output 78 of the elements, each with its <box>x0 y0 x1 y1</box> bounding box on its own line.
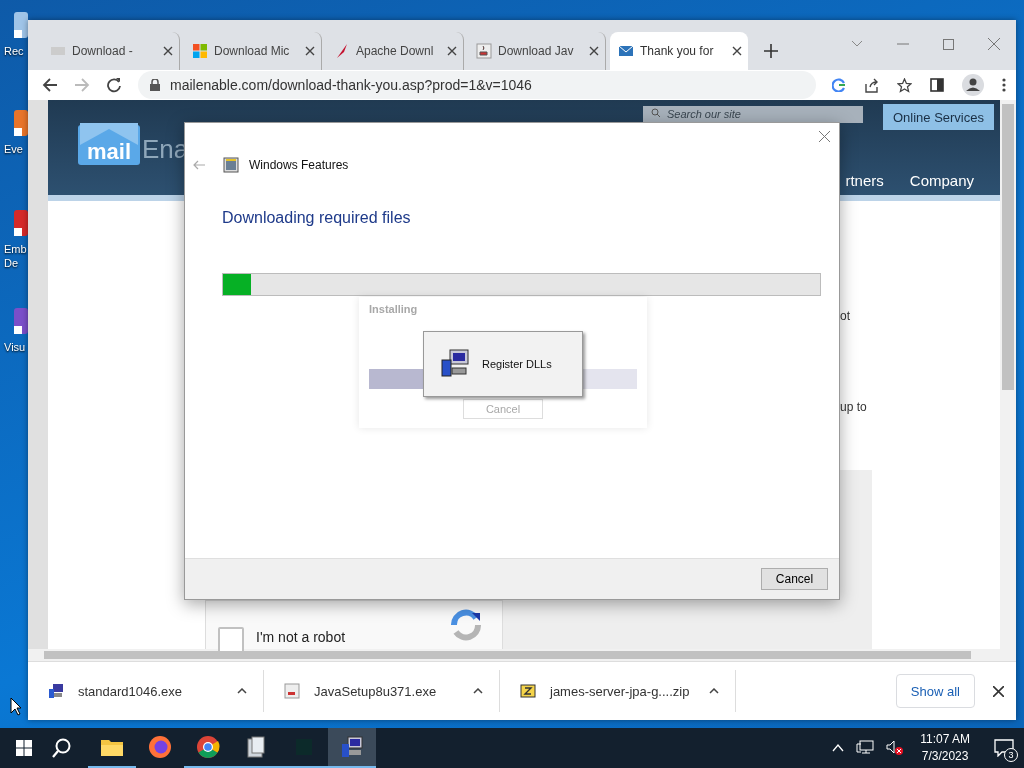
horizontal-scrollbar[interactable] <box>28 649 1016 661</box>
body-text: ot <box>840 309 850 323</box>
window-features-icon <box>223 157 239 173</box>
browser-tab[interactable]: Apache Downl <box>326 32 464 70</box>
muted-speaker-icon[interactable] <box>886 740 905 756</box>
coffee-cup-icon <box>476 43 492 59</box>
installer-title: Installing <box>369 303 419 315</box>
reload-icon[interactable] <box>106 77 122 93</box>
side-panel-icon[interactable] <box>930 78 944 92</box>
browser-logo-icon <box>148 735 172 759</box>
caret-up-icon[interactable] <box>237 688 247 694</box>
close-tab-icon[interactable] <box>732 46 742 56</box>
browser-tab[interactable]: Thank you for <box>610 32 748 70</box>
computer-setup-icon <box>440 348 472 380</box>
folder-icon <box>100 737 124 757</box>
address-bar[interactable]: mailenable.com/download-thank-you.asp?prod=1&v=1046 <box>138 71 816 99</box>
browser-logo-icon <box>196 735 220 759</box>
maximize-icon[interactable] <box>943 38 954 50</box>
desktop-icon-label[interactable]: Rec <box>0 44 24 58</box>
desktop-app-icon[interactable] <box>12 10 28 40</box>
desktop-app-icon[interactable] <box>12 108 28 138</box>
caret-up-icon[interactable] <box>473 688 483 694</box>
clock[interactable]: 11:07 AM 7/3/2023 <box>920 731 970 765</box>
nav-link[interactable]: rtners <box>845 172 884 189</box>
captcha-label: I'm not a robot <box>256 629 347 645</box>
vertical-scrollbar[interactable] <box>1000 100 1016 649</box>
speech-bubble-icon <box>994 739 1014 757</box>
nav-link[interactable]: Company <box>909 172 974 189</box>
dialog-heading: Downloading required files <box>222 209 412 227</box>
network-icon[interactable] <box>856 740 875 756</box>
windows-logo-icon <box>192 43 208 59</box>
desktop-app-icon[interactable] <box>12 306 28 336</box>
download-item[interactable]: standard1046.exe <box>28 670 264 712</box>
google-g-icon[interactable] <box>832 78 846 92</box>
browser-tab[interactable]: Download Mic <box>184 32 322 70</box>
share-icon[interactable] <box>864 77 879 93</box>
windows-start-icon[interactable] <box>16 740 32 756</box>
desktop-app-icon[interactable] <box>12 208 28 238</box>
search-field[interactable]: Search our site <box>642 105 863 123</box>
notification-button[interactable]: 3 <box>984 728 1024 768</box>
online-services-button[interactable]: Online Services <box>882 104 994 130</box>
archive-icon <box>520 683 536 699</box>
close-tab-icon[interactable] <box>589 46 599 56</box>
computer-setup-icon <box>340 735 364 759</box>
search-icon[interactable] <box>52 738 72 758</box>
chevron-down-icon[interactable] <box>851 40 863 48</box>
close-tab-icon[interactable] <box>163 46 173 56</box>
back-arrow-icon[interactable] <box>42 77 58 93</box>
close-tab-icon[interactable] <box>447 46 457 56</box>
popup-label: Register DLLs <box>482 358 552 370</box>
menu-icon[interactable] <box>1002 78 1006 92</box>
desktop-icon-label[interactable]: Eve <box>0 142 23 156</box>
recaptcha-icon <box>450 609 482 641</box>
setup-program-icon <box>48 683 64 699</box>
browser-tab[interactable]: Download - <box>42 32 180 70</box>
coffee-cup-icon <box>284 683 300 699</box>
new-tab-icon[interactable] <box>764 44 778 58</box>
caret-up-icon[interactable] <box>709 688 719 694</box>
mouse-pointer-icon <box>10 697 22 716</box>
documents-icon <box>244 735 268 759</box>
search-icon <box>650 108 661 118</box>
captcha-checkbox[interactable] <box>218 627 244 653</box>
close-icon[interactable] <box>993 685 1004 697</box>
desktop-icon-label[interactable]: De <box>0 256 19 270</box>
dialog-title: Windows Features <box>249 158 349 172</box>
browser-tab[interactable]: Download Jav <box>468 32 606 70</box>
envelope-icon <box>618 43 634 59</box>
show-all-button[interactable]: Show all <box>895 674 975 708</box>
desktop-icon-label[interactable]: Emb <box>0 242 27 256</box>
star-icon[interactable] <box>897 77 912 93</box>
lock-icon <box>150 79 160 91</box>
desktop-icon-label[interactable]: Visu <box>0 340 26 354</box>
download-item[interactable]: james-server-jpa-g....zip <box>500 670 736 712</box>
body-text: up to <box>840 400 867 414</box>
download-item[interactable]: JavaSetup8u371.exe <box>264 670 500 712</box>
profile-icon[interactable] <box>962 74 984 96</box>
close-tab-icon[interactable] <box>305 46 315 56</box>
cancel-button[interactable]: Cancel <box>761 568 828 590</box>
